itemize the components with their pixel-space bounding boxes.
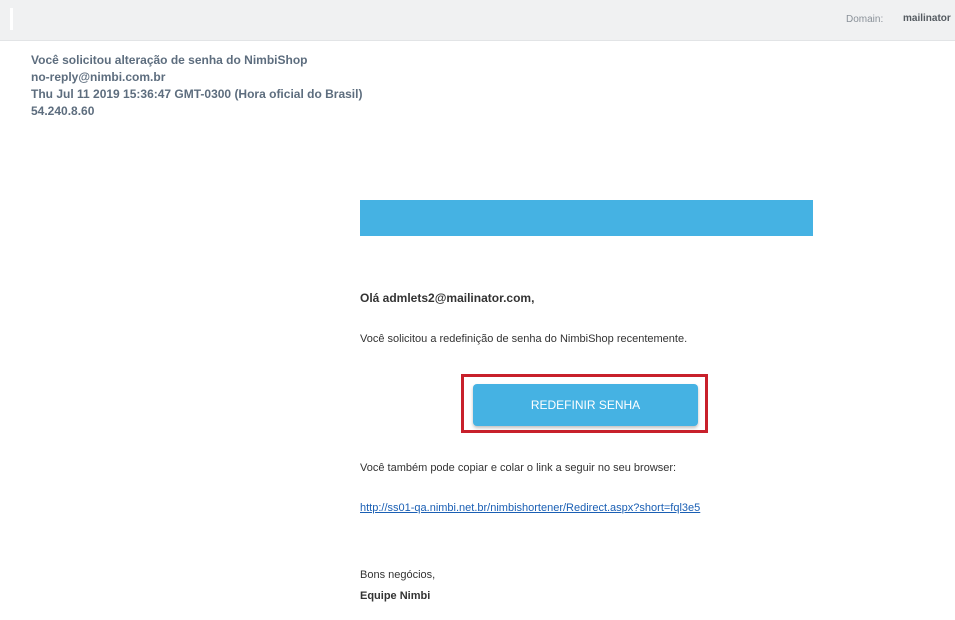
email-body: Olá admlets2@mailinator.com, Você solici…	[360, 200, 813, 602]
message-header: Você solicitou alteração de senha do Nim…	[31, 52, 362, 120]
email-team-signature: Equipe Nimbi	[360, 590, 431, 602]
domain-value[interactable]: mailinator	[903, 13, 951, 24]
reset-password-button[interactable]: REDEFINIR SENHA	[473, 384, 698, 426]
message-from: no-reply@nimbi.com.br	[31, 70, 166, 84]
email-greeting: Olá admlets2@mailinator.com,	[360, 291, 535, 305]
email-signoff: Bons negócios,	[360, 569, 436, 581]
message-ip: 54.240.8.60	[31, 104, 95, 118]
email-paragraph-intro: Você solicitou a redefinição de senha do…	[360, 333, 688, 345]
email-banner	[360, 200, 813, 236]
domain-label: Domain:	[846, 14, 884, 25]
email-paragraph-copy-link: Você também pode copiar e colar o link a…	[360, 462, 677, 474]
reset-password-link[interactable]: http://ss01-qa.nimbi.net.br/nimbishorten…	[360, 502, 700, 514]
topbar-marker	[10, 8, 13, 30]
message-date: Thu Jul 11 2019 15:36:47 GMT-0300 (Hora …	[31, 87, 363, 101]
top-bar: Domain: mailinator	[0, 0, 955, 41]
message-subject: Você solicitou alteração de senha do Nim…	[31, 53, 308, 67]
